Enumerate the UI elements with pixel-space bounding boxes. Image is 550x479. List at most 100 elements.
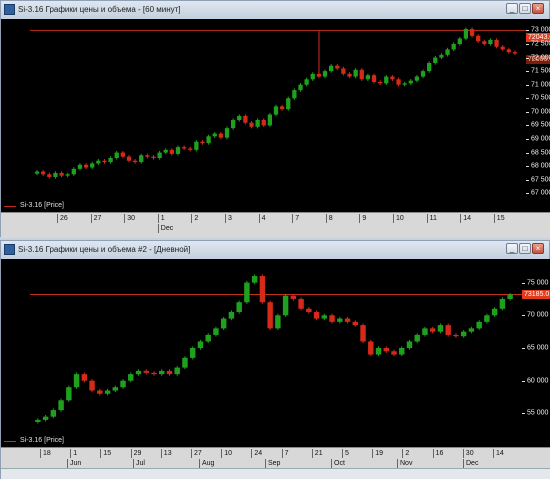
candle[interactable] [360,325,366,342]
candle[interactable] [251,276,258,283]
candle[interactable] [402,83,407,85]
candle[interactable] [139,155,144,163]
candle[interactable] [445,325,451,335]
bottom-time-axis[interactable]: 18 1 15 29 13 27 10 24 7 21 5 19 2 16 30 14 Jun Jul Aug Sep… [1,447,550,469]
candle[interactable] [89,380,95,391]
candle[interactable] [200,141,205,144]
candle[interactable] [120,152,125,157]
candle[interactable] [120,380,126,388]
candle[interactable] [322,71,328,77]
candle[interactable] [182,357,188,368]
candle[interactable] [383,348,389,352]
candle[interactable] [390,76,395,80]
candle[interactable] [399,348,405,355]
candle[interactable] [236,302,242,313]
candle[interactable] [279,106,285,110]
candle[interactable] [132,160,138,163]
candle[interactable] [422,328,428,335]
candle[interactable] [329,315,335,322]
candle[interactable] [316,73,322,77]
candle[interactable] [102,160,107,163]
candle[interactable] [406,341,413,348]
candle[interactable] [151,156,156,158]
bottom-window-titlebar[interactable]: Si-3.16 Графики цены и объема #2 - [Днев… [1,241,549,259]
candle[interactable] [135,370,142,375]
maximize-button[interactable]: □ [519,3,531,14]
candle[interactable] [188,148,193,150]
candle[interactable] [469,29,475,36]
candle[interactable] [259,276,266,303]
candle[interactable] [126,156,132,161]
candle[interactable] [439,54,444,58]
candle[interactable] [512,52,518,54]
candle[interactable] [304,79,309,85]
candle[interactable] [114,152,119,158]
candle[interactable] [97,390,103,394]
candle[interactable] [359,69,364,80]
candle[interactable] [328,65,334,72]
candle[interactable] [197,341,204,348]
top-price-scale[interactable]: 72043.0 72000.0 73 00072 50072 00071 500… [526,19,550,202]
candle[interactable] [90,163,95,168]
top-time-axis[interactable]: 26 27 30 1 2 3 4 7 8 9 10 11 14 15 Dec [1,212,550,238]
candle[interactable] [460,331,467,337]
candle[interactable] [128,374,134,381]
candle[interactable] [506,49,511,53]
candle[interactable] [53,172,58,177]
candle[interactable] [445,49,450,55]
candle[interactable] [58,400,64,411]
candle[interactable] [468,328,475,332]
candle[interactable] [71,168,76,175]
candle[interactable] [104,390,111,394]
candle[interactable] [212,133,217,137]
candle[interactable] [507,294,513,299]
candle[interactable] [230,120,236,129]
candle[interactable] [408,80,413,84]
candle[interactable] [73,374,80,388]
candle[interactable] [292,90,297,99]
candle[interactable] [368,341,374,355]
candle[interactable] [491,308,498,316]
candle[interactable] [488,39,493,44]
candle[interactable] [341,68,346,74]
candle[interactable] [337,318,343,322]
candle[interactable] [371,75,377,82]
candle[interactable] [321,315,328,319]
horizontal-scrollbar[interactable] [1,468,550,479]
candle[interactable] [375,348,382,355]
candle[interactable] [310,73,315,80]
candle[interactable] [347,73,352,77]
top-price-plot[interactable] [30,19,526,202]
candle[interactable] [66,387,72,401]
candle[interactable] [243,115,248,123]
candle[interactable] [181,147,187,149]
candle[interactable] [344,318,351,322]
bottom-price-plot[interactable] [30,259,522,437]
candle[interactable] [499,298,506,309]
candle[interactable] [169,149,174,154]
candle[interactable] [391,351,397,355]
maximize-button[interactable]: □ [519,243,531,254]
candle[interactable] [151,372,157,375]
candle[interactable] [224,128,230,138]
candle[interactable] [41,171,46,175]
candle[interactable] [500,46,505,50]
candle[interactable] [228,312,235,319]
candle[interactable] [282,295,289,316]
candle[interactable] [306,308,312,313]
bottom-price-scale[interactable]: 73185.0 75 000 70 000 65 000 60 000 55 000 [522,259,550,437]
candle[interactable] [190,348,196,358]
candle[interactable] [213,328,219,335]
candle[interactable] [145,155,150,157]
candle[interactable] [163,149,168,153]
candle[interactable] [414,334,420,342]
minimize-button[interactable]: _ [506,3,518,14]
candle[interactable] [273,106,279,115]
candle[interactable] [476,321,482,329]
candle[interactable] [50,410,57,417]
candle[interactable] [174,367,180,375]
candle[interactable] [378,82,383,84]
candle[interactable] [335,65,340,69]
candle[interactable] [108,158,113,163]
candle[interactable] [59,172,64,176]
